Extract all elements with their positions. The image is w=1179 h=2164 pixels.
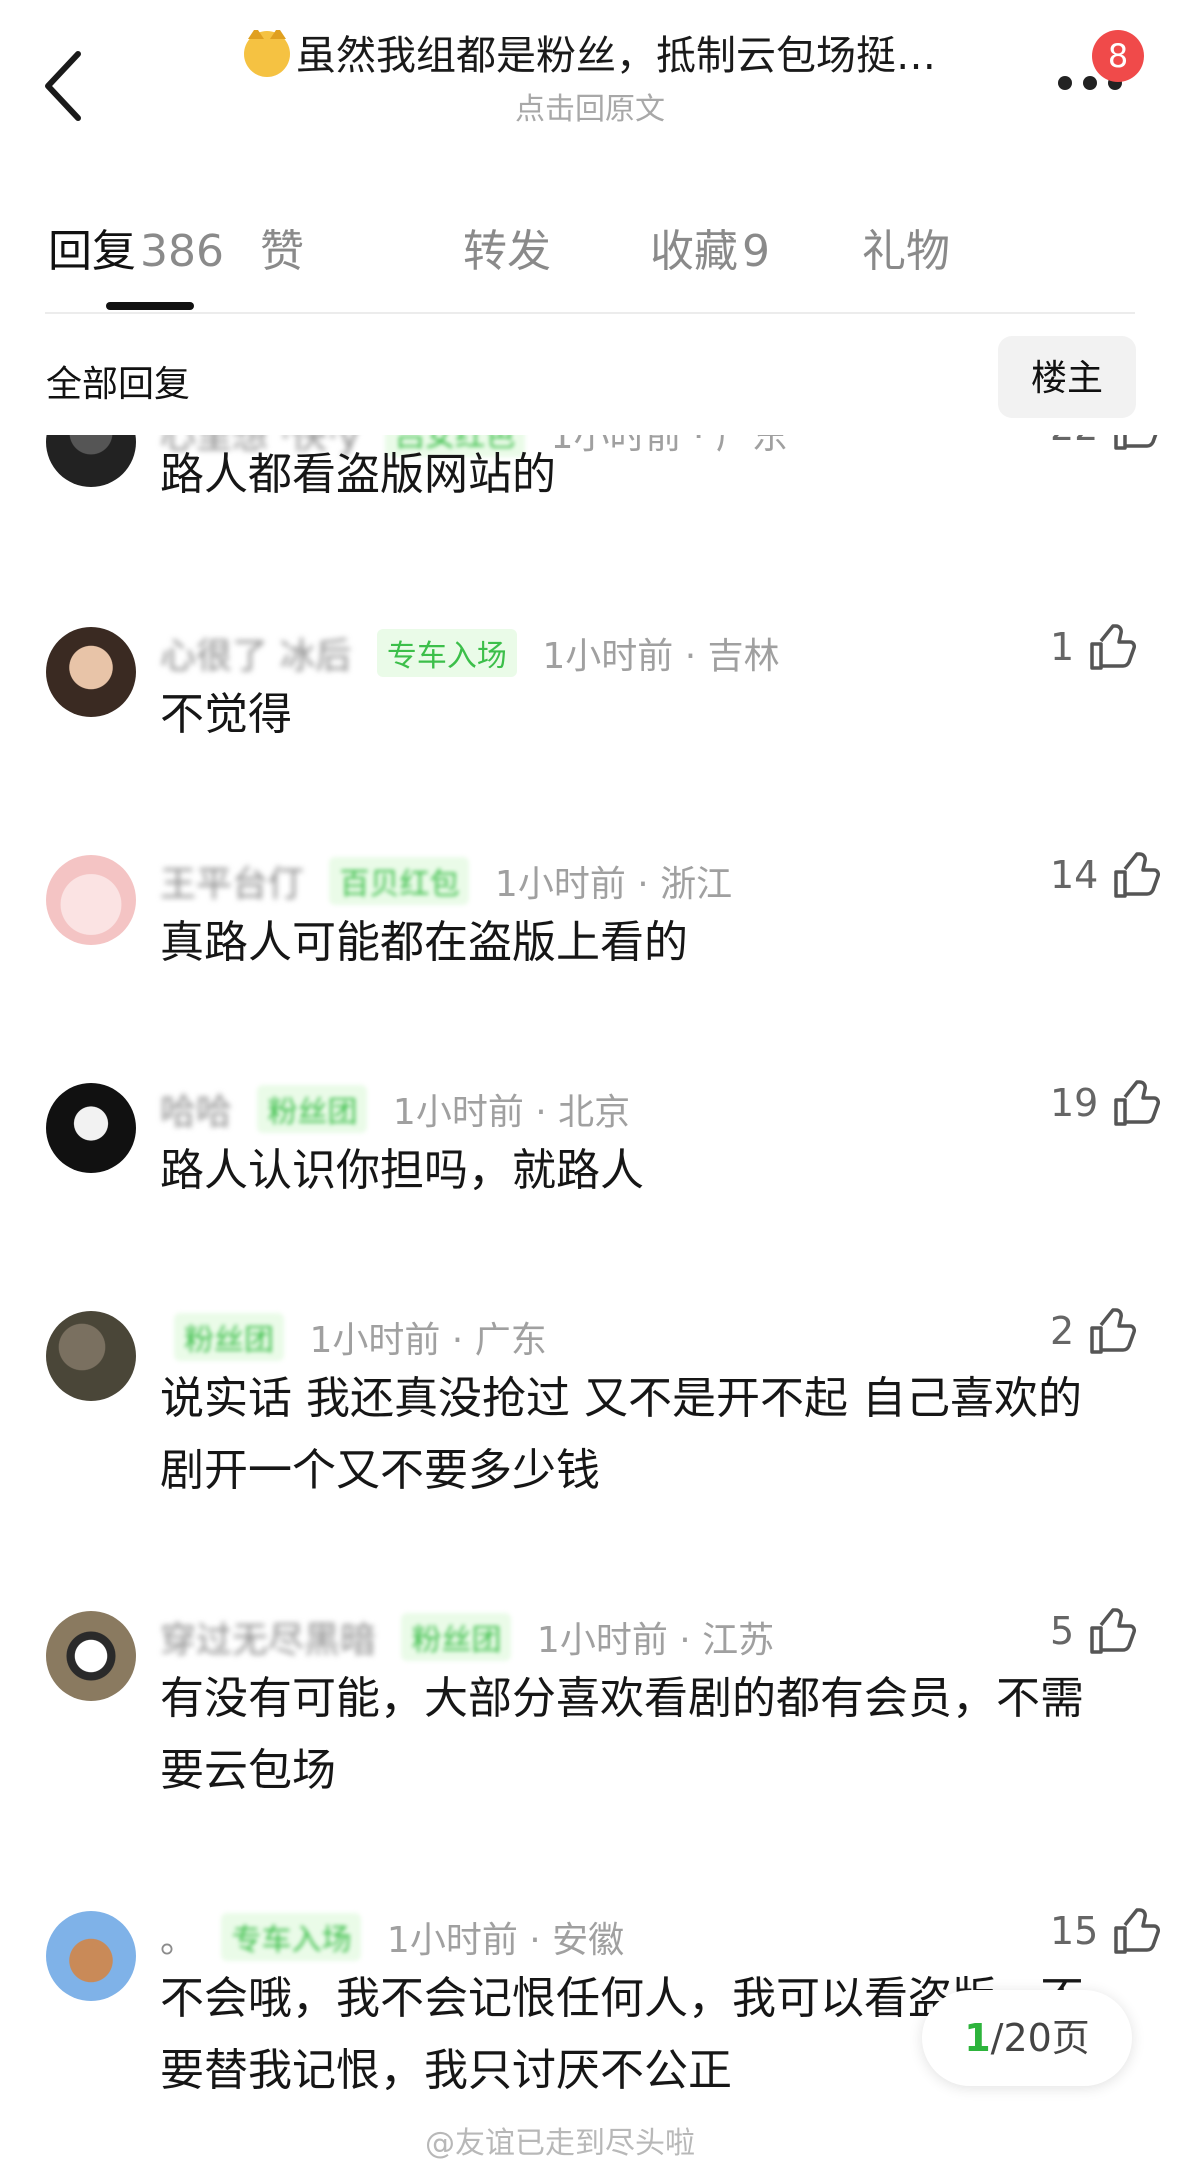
thumbs-up-icon [1114,1908,1161,1954]
comment-time: 1小时前 · 吉林 [542,636,780,677]
all-replies-heading: 全部回复 [46,364,191,405]
user-badge: 粉丝团 [257,1085,368,1133]
comment-meta: 王平台仃 百贝红包 1小时前 · 浙江 [160,855,732,905]
watermark: @友谊已走到尽头啦 [425,2126,695,2161]
divider [45,312,1135,314]
current-page: 1 [964,2016,991,2060]
tab-favorites[interactable]: 收藏9 [650,215,770,279]
comment-text: 路人都看盗版网站的 [160,449,556,500]
comment-text: 路人认识你担吗，就路人 [160,1145,644,1196]
like-count: 5 [1050,1609,1075,1653]
comment-meta: 哈哈 粉丝团 1小时前 · 北京 [160,1083,630,1133]
thumbs-up-icon [1114,1080,1161,1126]
dot-icon [1058,76,1072,90]
comment-time: 1小时前 · 浙江 [494,864,733,905]
tab-gifts[interactable]: 礼物 [862,215,950,279]
comment-time: 1小时前 · 安徽 [386,1920,625,1961]
page-indicator[interactable]: 1/20页 [922,1990,1132,2086]
like-button[interactable]: 2 [1050,1306,1137,1366]
like-count: 19 [1050,1081,1099,1125]
tab-replies[interactable]: 回复386 [48,215,224,279]
comment-time: 1小时前 · 广东 [309,1320,547,1361]
comment-meta: 。 专车入场 1小时前 · 安徽 [160,1911,624,1961]
username[interactable]: 心很了 冰后 [160,636,351,677]
like-button[interactable]: 19 [1050,1078,1161,1138]
like-count: 14 [1050,853,1099,897]
username[interactable]: 王平台仃 [160,864,304,905]
username[interactable]: 哈哈 [160,1092,232,1133]
like-count: 1 [1050,625,1075,669]
tab-likes[interactable]: 赞 [260,215,304,279]
like-button[interactable]: 14 [1050,850,1161,910]
cat-emoji-icon [244,30,290,77]
avatar[interactable] [46,627,136,717]
like-button[interactable]: 15 [1050,1906,1161,1966]
avatar[interactable] [46,1083,136,1173]
user-badge: 百贝红包 [329,857,470,905]
avatar[interactable] [46,1911,136,2001]
tab-reposts[interactable]: 转发 [463,215,551,279]
back-button[interactable] [40,48,90,124]
comment-time: 1小时前 · 江苏 [536,1620,775,1661]
avatar[interactable] [46,855,136,945]
comment-meta: 穿过无尽黑暗 粉丝团 1小时前 · 江苏 [160,1611,774,1661]
owner-filter-button[interactable]: 楼主 [998,336,1136,418]
username[interactable]: 。 [160,1920,196,1961]
like-count: 2 [1050,1309,1075,1353]
comment-list[interactable]: 心里想 ·快·y 吕女红色 1小时前 · 广东 22 路人都看盗版网站的 心很了… [0,435,1179,2164]
comment-meta: 粉丝团 1小时前 · 广东 [160,1311,547,1361]
post-title-area[interactable]: 虽然我组都是粉丝，抵制云包场挺… 点击回原文 [190,30,990,128]
comment-meta: 心很了 冰后 专车入场 1小时前 · 吉林 [160,627,780,677]
comment-text: 有没有可能，大部分喜欢看剧的都有会员，不需要云包场 [160,1673,1084,1796]
thumbs-up-icon [1114,852,1161,898]
comment-time: 1小时前 · 北京 [392,1092,631,1133]
comment-text: 真路人可能都在盗版上看的 [160,917,688,968]
active-tab-indicator [106,302,194,310]
back-to-original-link[interactable]: 点击回原文 [190,84,990,128]
total-pages: /20页 [990,2016,1090,2060]
thumbs-up-icon [1090,1308,1137,1354]
thumbs-up-icon [1090,624,1137,670]
avatar[interactable] [46,1611,136,1701]
like-count: 15 [1050,1909,1099,1953]
username[interactable]: 穿过无尽黑暗 [160,1620,376,1661]
comment-text: 说实话 我还真没抢过 又不是开不起 自己喜欢的剧开一个又不要多少钱 [160,1373,1082,1496]
user-badge: 粉丝团 [401,1613,512,1661]
post-title: 虽然我组都是粉丝，抵制云包场挺… [190,30,990,82]
user-badge: 粉丝团 [174,1313,284,1361]
like-button[interactable]: 1 [1050,622,1137,682]
chevron-left-icon [45,51,81,121]
avatar[interactable] [46,435,136,487]
avatar[interactable] [46,1311,136,1401]
notification-badge: 8 [1092,30,1144,82]
user-badge: 专车入场 [221,1913,362,1961]
like-button[interactable]: 5 [1050,1606,1137,1666]
user-badge: 专车入场 [376,629,517,677]
dot-icon [1083,76,1097,90]
comment-text: 不觉得 [160,689,292,740]
thumbs-up-icon [1090,1608,1137,1654]
